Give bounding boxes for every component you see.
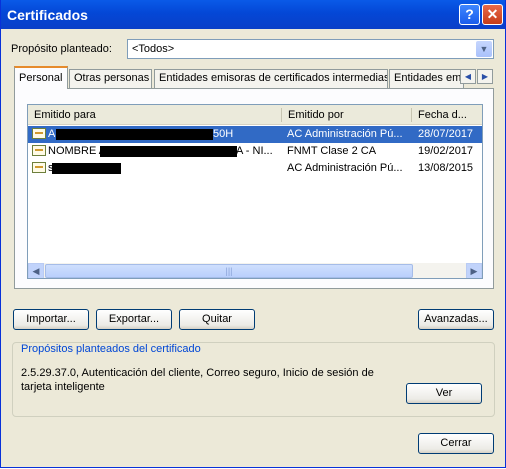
window-title: Certificados: [7, 7, 88, 23]
purposes-text: 2.5.29.37.0, Autenticación del cliente, …: [21, 367, 374, 393]
chevron-down-icon[interactable]: ▼: [476, 41, 492, 57]
issued-by-cell: AC Administración Pú...: [287, 128, 403, 140]
scroll-right-icon[interactable]: ▶: [466, 263, 482, 278]
purpose-dropdown-value: <Todos>: [132, 43, 175, 55]
certificate-icon: [32, 145, 46, 156]
certificate-icon: [32, 128, 46, 139]
remove-button[interactable]: Quitar: [179, 309, 255, 330]
certificate-list[interactable]: Emitido para Emitido por Fecha d... A 50…: [27, 104, 483, 279]
purpose-dropdown[interactable]: <Todos> ▼: [127, 39, 494, 59]
date-cell: 19/02/2017: [418, 145, 474, 157]
column-header-issued-by[interactable]: Emitido por: [282, 105, 412, 125]
title-bar[interactable]: Certificados ? ✕: [1, 0, 505, 29]
date-cell: 13/08/2015: [418, 162, 474, 174]
help-button[interactable]: ?: [459, 4, 480, 25]
export-button[interactable]: Exportar...: [96, 309, 172, 330]
horizontal-scrollbar[interactable]: ◀ ||| ▶: [28, 263, 482, 278]
close-window-button[interactable]: ✕: [482, 4, 503, 25]
table-row[interactable]: s AC Administración Pú... 13/08/2015: [28, 160, 482, 177]
redaction-bar: [56, 129, 213, 140]
advanced-button[interactable]: Avanzadas...: [418, 309, 494, 330]
tab-personal[interactable]: Personal: [14, 66, 68, 89]
close-button[interactable]: Cerrar: [418, 433, 494, 454]
certificates-dialog: Certificados ? ✕ Propósito planteado: <T…: [0, 0, 506, 468]
scrollbar-thumb[interactable]: |||: [45, 264, 413, 278]
tab-entidades-raiz[interactable]: Entidades emi: [389, 69, 464, 88]
column-header-date[interactable]: Fecha d...: [412, 105, 482, 125]
table-row[interactable]: NOMBRE A A - NI... FNMT Clase 2 CA 19/02…: [28, 143, 482, 160]
tab-otras-personas[interactable]: Otras personas: [69, 69, 152, 88]
view-button[interactable]: Ver: [406, 383, 482, 404]
issued-to-cell: A: [48, 128, 56, 140]
issued-by-cell: FNMT Clase 2 CA: [287, 145, 377, 157]
tab-scroll-left-icon[interactable]: ◀: [460, 69, 476, 84]
tab-entidades-intermedias[interactable]: Entidades emisoras de certificados inter…: [154, 69, 388, 88]
issued-to-suffix: A - NI...: [236, 145, 273, 157]
purposes-group-title: Propósitos planteados del certificado: [19, 343, 203, 355]
date-cell: 28/07/2017: [418, 128, 474, 140]
issued-to-cell: NOMBRE A: [48, 145, 107, 157]
tab-scroll-right-icon[interactable]: ▶: [477, 69, 493, 84]
table-row[interactable]: A 50H AC Administración Pú... 28/07/2017: [28, 126, 482, 143]
import-button[interactable]: Importar...: [13, 309, 89, 330]
redaction-bar: [100, 146, 237, 157]
scroll-left-icon[interactable]: ◀: [28, 263, 44, 278]
issued-by-cell: AC Administración Pú...: [287, 162, 403, 174]
issued-to-suffix: 50H: [213, 128, 234, 140]
purpose-label: Propósito planteado:: [11, 43, 112, 55]
certificate-icon: [32, 162, 46, 173]
redaction-bar: [52, 163, 121, 174]
column-header-issued-to[interactable]: Emitido para: [28, 105, 282, 125]
